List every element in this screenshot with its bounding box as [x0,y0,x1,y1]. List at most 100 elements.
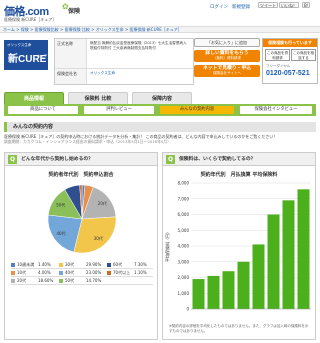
breadcrumb[interactable]: ホーム > 保険 > 医療保険比較 > 医療保険 比較 > オリックス生命 > … [0,26,320,33]
legend-label: 10歳未満 [17,262,35,267]
legend-row: 20代 18.60% 50代 14.70% [11,277,153,285]
y-axis-label: 平均保険料（円） [164,230,170,262]
consult-panel: 保険相談も行っています この商品を資料請求 この商品を相談する フリーダイヤル … [262,38,318,84]
survey-note: 調査期間：カカクコム・インシュアランス経由の資料請求・申込（2013年5月1日〜… [4,139,171,144]
sub-navigation: 商品について 評判レビュー みんなの契約内容 保険会社インタビュー [4,104,316,116]
product-logo-kana: キュア [37,54,48,58]
pie-slice-label: 20代 [98,200,107,206]
legend-value: 14.70% [86,278,102,283]
subnav-reviews[interactable]: 評判レビュー [84,106,154,114]
legend-label: 40代 [65,270,75,275]
bar [282,200,295,309]
legend-label: 30代 [65,262,75,267]
hatena-button[interactable]: B! [302,2,311,8]
legend-row: 10代 4.00% 40代 23.00% 70代以上 1.10% [11,269,153,277]
info-row: 正式名称 無配当 無解約払戻金型医療保険（2013）七大生活習慣病入院給付特則付… [55,39,193,69]
consult-request-button[interactable]: この商品を資料請求 [265,49,290,61]
section-title: みんなの契約内容 [4,122,316,132]
info-row: 保険会社名 オリックス生命 [55,69,193,84]
bar [207,275,220,309]
phone-number[interactable]: 0120-057-521 [266,70,310,77]
legend-value: 29.90% [86,262,102,267]
legend-label: 10代 [17,270,27,275]
y-tick-label: 6,000 [178,212,190,217]
bar-chart: 0 1,000 2,000 3,000 4,000 5,000 6,000 7,000 8,00… [164,181,311,312]
y-tick-label: 0 [186,307,189,312]
legend-swatch [59,271,63,275]
q-badge: Q [166,155,175,164]
legend-value: 4.00% [38,270,51,275]
freedial-label: フリーダイヤル [266,64,291,68]
legend-label: 50代 [65,278,75,283]
legend-label: 60代 [113,262,123,267]
bar [222,271,235,309]
question-header: Q どんな年代から契約し始めるの？ [5,153,157,166]
bar [192,279,205,309]
premium-panel: Q 保険料は、いくらで契約してるの？ 契約年代別 月払換算 平均保険料 0 1,0… [162,152,316,340]
bar-chart-title: 契約年代別 月払換算 平均保険料 [200,172,278,178]
y-tick-label: 7,000 [178,196,190,201]
bar [297,189,310,309]
y-tick-label: 8,000 [178,181,190,186]
bar [267,214,280,309]
pie-chart-title: 契約者年代別 契約申込割合 [48,172,114,178]
chart-footnote: ※契約内容の詳細を平均化したものではありません。また、グラフは加入時の保険料を示… [169,324,309,333]
consult-heading: 保険相談も行っています [263,39,317,47]
legend-swatch [59,263,63,267]
tab-coverage[interactable]: 保障内容 [132,92,192,104]
legend-row: 10歳未満 1.40% 30代 29.90% 60代 7.30% [11,261,153,269]
info-head: 保険会社名 [55,69,87,84]
net-apply-sublabel: 保険会社サイトへ [213,71,241,75]
tweet-button[interactable]: ツイート [258,2,278,8]
main-tabs: 商品情報 保険料 比較 保障内容 [4,92,316,104]
legend-value: 1.40% [38,262,51,267]
y-tick-label: 4,000 [178,244,190,249]
bar [252,244,265,309]
pie-chart: 20代 30代 40代 50代 [47,184,117,254]
legend-swatch [59,279,63,283]
legend-swatch [11,263,15,267]
login-link[interactable]: ログイン [210,4,228,10]
net-apply-button[interactable]: ネットで見積り・申込 保険会社サイトへ [194,65,260,77]
product-info-table: 正式名称 無配当 無解約払戻金型医療保険（2013）七大生活習慣病入院給付特則付… [54,38,194,85]
info-value: 無配当 無解約払戻金型医療保険（2013）七大生活習慣病入院給付特則付 三大疾病… [90,41,187,50]
pie-slice-label: 40代 [56,230,65,236]
question-header: Q 保険料は、いくらで契約してるの？ [163,153,315,166]
request-docs-button[interactable]: 詳しい資料をもらう （無料）資料請求 [194,50,260,62]
legend-label: 70代以上 [113,270,131,275]
y-tick-label: 1,000 [178,291,190,296]
like-button[interactable]: いいね！ [279,2,299,8]
age-distribution-panel: Q どんな年代から契約し始めるの？ 契約者年代別 契約申込割合 20代 30代 40… [4,152,158,340]
legend-value: 18.60% [38,278,54,283]
pie-slice-label: 50代 [56,201,65,207]
y-tick-label: 2,000 [178,275,190,280]
legend-label: 20代 [17,278,27,283]
subnav-about[interactable]: 商品について [8,106,78,114]
legend-value: 1.10% [134,270,147,275]
insurer-link[interactable]: オリックス生命 [90,71,190,76]
legend-value: 23.00% [86,270,102,275]
insurer-small-label: オリックス生命 [7,43,32,47]
page-heading: 医療保険 新CURE［キュア］ [4,17,57,22]
q-badge: Q [8,155,17,164]
question-text: 保険料は、いくらで契約してるの？ [179,157,256,162]
pie-slice-label: 30代 [94,235,103,241]
bar [237,261,250,309]
tab-premium-compare[interactable]: 保険料 比較 [68,92,128,104]
y-tick-label: 3,000 [178,259,190,264]
y-tick-label: 5,000 [178,228,190,233]
subnav-contracts[interactable]: みんなの契約内容 [160,106,234,114]
favorite-button[interactable]: 「お気に入り」に追加 [194,38,260,47]
info-head: 正式名称 [55,39,87,68]
subnav-interview[interactable]: 保険会社インタビュー [240,106,312,114]
site-section-label: 保険 [68,8,81,15]
consult-talk-button[interactable]: この商品を相談する [291,49,316,61]
legend-value: 7.30% [134,262,147,267]
legend-swatch [107,271,111,275]
legend-swatch [11,271,15,275]
legend-swatch [11,279,15,283]
tab-product-info[interactable]: 商品情報 [4,92,64,104]
legend-swatch [107,263,111,267]
signup-link[interactable]: 新規登録 [232,4,250,10]
request-docs-sublabel: （無料）資料請求 [213,56,241,60]
